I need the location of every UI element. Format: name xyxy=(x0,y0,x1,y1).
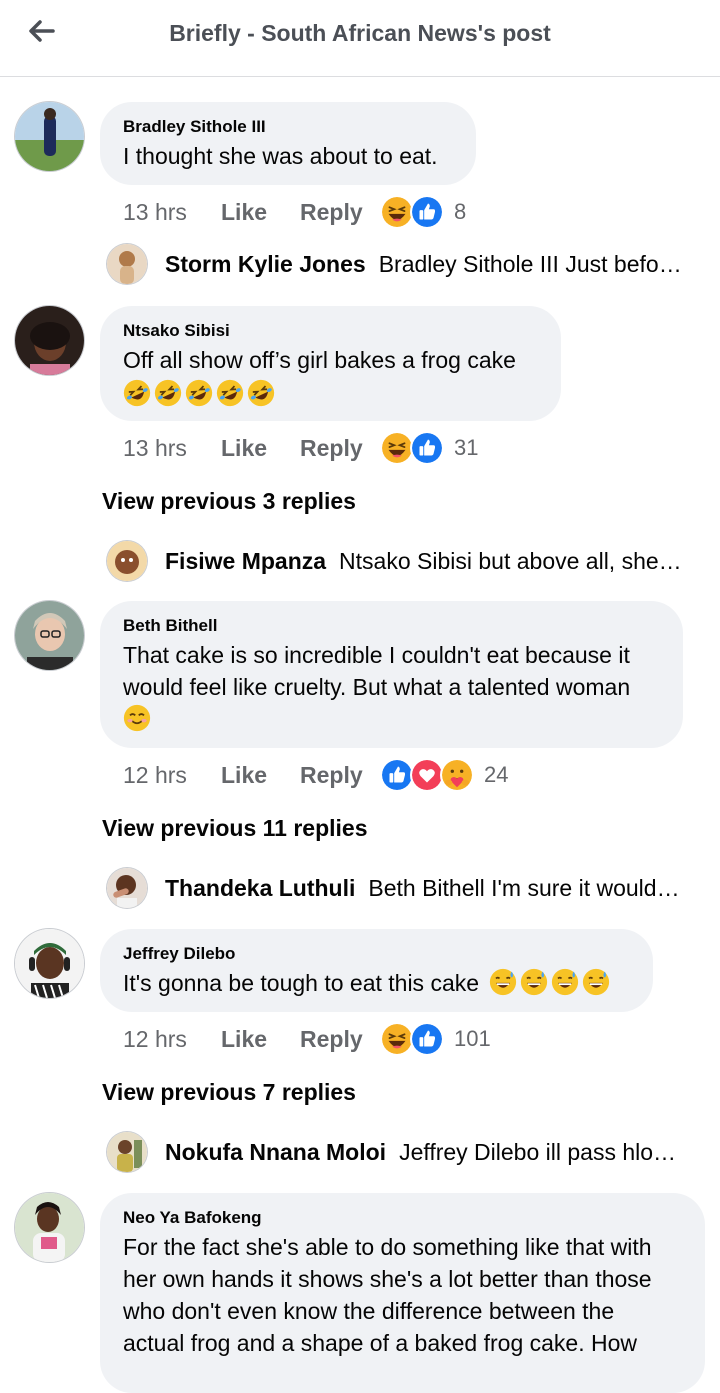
grinning-sweat-emoji-icon xyxy=(520,968,548,996)
reaction-count: 101 xyxy=(454,1026,491,1051)
comment-bubble: Ntsako Sibisi Off all show off’s girl ba… xyxy=(100,306,561,421)
comment-text: Off all show off’s girl bakes a frog cak… xyxy=(123,347,516,373)
like-reaction-icon xyxy=(410,195,444,229)
like-button[interactable]: Like xyxy=(221,762,300,789)
reply-button[interactable]: Reply xyxy=(300,199,380,226)
comment-text-line: her own hands it shows she's a lot bette… xyxy=(123,1266,652,1292)
reaction-count: 31 xyxy=(454,435,479,460)
comment-text-row: It's gonna be tough to eat this cake xyxy=(123,967,630,999)
comment-text: I thought she was about to eat. xyxy=(123,143,438,169)
rofl-emoji-icon xyxy=(154,379,182,407)
grinning-sweat-emoji-icon xyxy=(551,968,579,996)
comment-actions: 13 hrs Like Reply 31 xyxy=(123,431,478,465)
comment-author[interactable]: Beth Bithell xyxy=(123,615,660,637)
reply-text: Beth Bithell I'm sure it would… xyxy=(368,874,680,901)
like-reaction-icon xyxy=(410,431,444,465)
comment-bubble: Bradley Sithole III I thought she was ab… xyxy=(100,102,476,185)
comment-text-line: For the fact she's able to do something … xyxy=(123,1234,652,1260)
reply-preview[interactable]: Thandeka Luthuli Beth Bithell I'm sure i… xyxy=(107,866,687,910)
reaction-count: 8 xyxy=(454,199,467,224)
comment-text-line: That cake is so incredible I couldn't ea… xyxy=(123,642,630,668)
avatar-fisiwe[interactable] xyxy=(107,541,147,581)
view-previous-replies[interactable]: View previous 11 replies xyxy=(102,815,368,842)
comment-author[interactable]: Neo Ya Bafokeng xyxy=(123,1207,682,1229)
reply-text: Jeffrey Dilebo ill pass hlo… xyxy=(399,1138,677,1165)
emoji-line xyxy=(123,703,660,733)
love-reaction-icon xyxy=(410,758,444,792)
comment-author[interactable]: Bradley Sithole III xyxy=(123,116,453,138)
avatar-bradley[interactable] xyxy=(15,102,84,171)
reply-author[interactable]: Thandeka Luthuli xyxy=(165,875,355,902)
comment-text-line: who don't even know the difference betwe… xyxy=(123,1298,615,1324)
reply-text: Ntsako Sibisi but above all, she… xyxy=(339,547,682,574)
rofl-emoji-icon xyxy=(247,379,275,407)
grinning-sweat-emoji-icon xyxy=(489,968,517,996)
haha-reaction-icon xyxy=(380,431,414,465)
avatar-ntsako[interactable] xyxy=(15,306,84,375)
grinning-sweat-emoji-icon xyxy=(582,968,610,996)
comment-author[interactable]: Jeffrey Dilebo xyxy=(123,943,630,965)
avatar-jeffrey[interactable] xyxy=(15,929,84,998)
haha-reaction-icon xyxy=(380,195,414,229)
avatar-storm[interactable] xyxy=(107,244,147,284)
reply-author[interactable]: Nokufa Nnana Moloi xyxy=(165,1139,386,1166)
emoji-line xyxy=(123,378,538,408)
comment-bubble: Beth Bithell That cake is so incredible … xyxy=(100,601,683,748)
rofl-emoji-icon xyxy=(185,379,213,407)
comment-author[interactable]: Ntsako Sibisi xyxy=(123,320,538,342)
comment-bubble: Jeffrey Dilebo It's gonna be tough to ea… xyxy=(100,929,653,1012)
avatar-thandeka[interactable] xyxy=(107,868,147,908)
reply-button[interactable]: Reply xyxy=(300,435,380,462)
comment-time[interactable]: 12 hrs xyxy=(123,1026,221,1053)
rofl-emoji-icon xyxy=(216,379,244,407)
avatar-beth[interactable] xyxy=(15,601,84,670)
reply-preview[interactable]: Storm Kylie Jones Bradley Sithole III Ju… xyxy=(107,242,687,286)
reply-preview[interactable]: Nokufa Nnana Moloi Jeffrey Dilebo ill pa… xyxy=(107,1130,687,1174)
comment-bubble: Neo Ya Bafokeng For the fact she's able … xyxy=(100,1193,705,1393)
like-reaction-icon xyxy=(380,758,414,792)
reaction-count: 24 xyxy=(484,762,509,787)
smiling-face-emoji-icon xyxy=(123,704,151,732)
avatar-neo[interactable] xyxy=(15,1193,84,1262)
rofl-emoji-icon xyxy=(123,379,151,407)
like-button[interactable]: Like xyxy=(221,199,300,226)
reply-text: Bradley Sithole III Just before… xyxy=(378,250,687,277)
comment-text-line: would feel like cruelty. But what a tale… xyxy=(123,674,631,700)
comment-actions: 12 hrs Like Reply 101 xyxy=(123,1022,491,1056)
reply-author[interactable]: Fisiwe Mpanza xyxy=(165,548,326,575)
care-reaction-icon xyxy=(440,758,474,792)
comment-time[interactable]: 13 hrs xyxy=(123,435,221,462)
avatar-nokufa[interactable] xyxy=(107,1132,147,1172)
reply-preview[interactable]: Fisiwe Mpanza Ntsako Sibisi but above al… xyxy=(107,539,687,583)
haha-reaction-icon xyxy=(380,1022,414,1056)
reaction-summary[interactable]: 8 xyxy=(380,195,466,229)
like-button[interactable]: Like xyxy=(221,435,300,462)
reply-button[interactable]: Reply xyxy=(300,762,380,789)
comment-actions: 13 hrs Like Reply 8 xyxy=(123,195,466,229)
comment-text-line: actual frog and a shape of a baked frog … xyxy=(123,1330,637,1356)
like-button[interactable]: Like xyxy=(221,1026,300,1053)
reaction-summary[interactable]: 31 xyxy=(380,431,478,465)
comment-time[interactable]: 12 hrs xyxy=(123,762,221,789)
reply-button[interactable]: Reply xyxy=(300,1026,380,1053)
view-previous-replies[interactable]: View previous 3 replies xyxy=(102,488,356,515)
view-previous-replies[interactable]: View previous 7 replies xyxy=(102,1079,356,1106)
like-reaction-icon xyxy=(410,1022,444,1056)
comment-time[interactable]: 13 hrs xyxy=(123,199,221,226)
reaction-summary[interactable]: 24 xyxy=(380,758,508,792)
reply-author[interactable]: Storm Kylie Jones xyxy=(165,251,366,278)
reaction-summary[interactable]: 101 xyxy=(380,1022,491,1056)
comment-actions: 12 hrs Like Reply 24 xyxy=(123,758,508,792)
comment-text: It's gonna be tough to eat this cake xyxy=(123,970,480,996)
page-title: Briefly - South African News's post xyxy=(169,20,551,46)
top-bar: Briefly - South African News's post xyxy=(0,0,720,77)
